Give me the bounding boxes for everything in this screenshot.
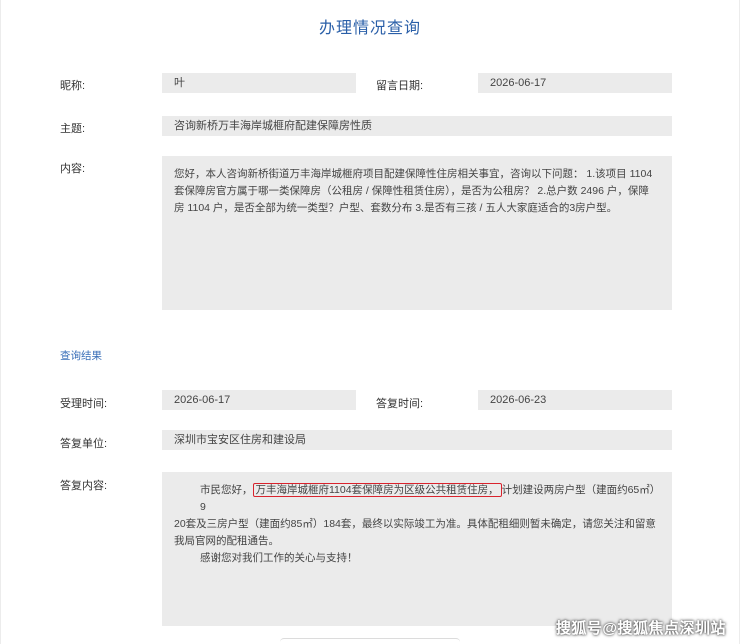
content-line: 房 1104 户，是否全部为统一类型？户型、套数分布 3.是否有三孩 / 五人大…: [174, 202, 618, 214]
reply-content-area: 市民您好， 万丰海岸城榧府1104套保障房为区级公共租赁住房， 计划建设两房户型（建…: [162, 472, 672, 626]
section-title-result: 查询结果: [60, 350, 102, 362]
highlight-box: 万丰海岸城榧府1104套保障房为区级公共租赁住房，: [252, 483, 502, 497]
reply-prefix: 市民您好，: [200, 484, 253, 496]
subject-field: 咨询新桥万丰海岸城榧府配建保障房性质: [162, 116, 672, 136]
bottom-divider: [280, 638, 460, 644]
reply-line: 我局官网的配租通告。: [174, 535, 279, 547]
reply-time-field: 2026-06-23: [478, 390, 672, 410]
reply-unit-label: 答复单位:: [60, 438, 108, 450]
subject-label: 主题:: [60, 123, 86, 135]
message-date-field: 2026-06-17: [478, 73, 672, 93]
message-date-label: 留言日期:: [376, 80, 424, 92]
reply-line: 20套及三房户型（建面约85㎡）184套，最终以实际竣工为准。具体配租细则暂未确…: [174, 518, 656, 530]
nickname-label: 昵称:: [60, 80, 86, 92]
content-line: 您好，本人咨询新桥街道万丰海岸城榧府项目配建保障性住房相关事宜，咨询以下问题： …: [174, 168, 653, 180]
watermark: 搜狐号@搜狐焦点深圳站: [555, 620, 726, 637]
reply-unit-field: 深圳市宝安区住房和建设局: [162, 430, 672, 450]
content-line: 套保障房官方属于哪一类保障房（公租房 / 保障性租赁住房），是否为公租房？ 2.…: [174, 185, 649, 197]
content-label: 内容:: [60, 163, 86, 175]
content-area: 您好，本人咨询新桥街道万丰海岸城榧府项目配建保障性住房相关事宜，咨询以下问题： …: [162, 156, 672, 310]
reply-content-label: 答复内容:: [60, 480, 108, 492]
reply-time-label: 答复时间:: [376, 398, 424, 410]
nickname-field: 叶: [162, 73, 356, 93]
accept-time-label: 受理时间:: [60, 398, 108, 410]
page-title: 办理情况查询: [318, 20, 421, 37]
accept-time-field: 2026-06-17: [162, 390, 356, 410]
reply-thanks: 感谢您对我们工作的关心与支持！: [200, 552, 358, 564]
reply-line: 市民您好， 万丰海岸城榧府1104套保障房为区级公共租赁住房， 计划建设两房户型（建…: [174, 482, 660, 516]
